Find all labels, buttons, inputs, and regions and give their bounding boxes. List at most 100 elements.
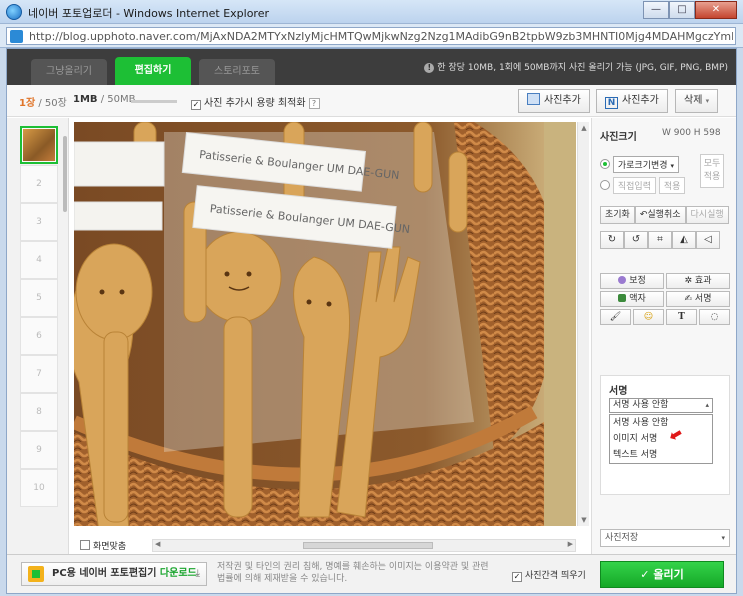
signature-option-text[interactable]: 텍스트 서명 [610,447,712,463]
thumbnail-scrollbar[interactable] [63,136,67,212]
scroll-up-icon[interactable]: ▲ [578,122,590,134]
gap-checkbox[interactable]: ✓ [512,572,522,582]
thumbnail-slot[interactable]: 9 [20,431,58,469]
thumbnail-list: 2 3 4 5 6 7 8 9 10 ⌄ [7,118,69,588]
signature-option-image[interactable]: 이미지 서명 ⬅ [610,423,712,447]
tab-edit[interactable]: 편집하기 [115,57,191,85]
cookie-basket-photo: Patisserie & Boulanger UM DAE-GUN Patiss… [74,122,576,526]
canvas-horizontal-scrollbar[interactable]: ◀ ▶ [152,539,576,552]
crop-icon[interactable]: ⌗ [648,231,672,249]
thumbnail-slot[interactable]: 4 [20,241,58,279]
correct-button[interactable]: 보정 [600,273,664,289]
thumbnail-slot[interactable]: 3 [20,203,58,241]
ie-logo-icon [6,4,22,20]
thumbnail-slot[interactable]: 8 [20,393,58,431]
direct-input-field[interactable]: 직접입력 [612,177,656,194]
thumbnail-slot[interactable]: 10 [20,469,58,507]
optimize-option[interactable]: ✓ 사진 추가시 용량 최적화? [191,94,320,110]
frame-button[interactable]: 액자 [600,291,664,307]
add-photo-ndrive-button[interactable]: N 사진추가 [596,89,668,113]
horizontal-scroll-thumb[interactable] [303,542,433,549]
rotate-left-icon[interactable]: ↺ [624,231,648,249]
speech-bubble-icon[interactable]: ◌ [699,309,730,325]
photo-canvas[interactable]: Patisserie & Boulanger UM DAE-GUN Patiss… [74,122,576,526]
download-editor-button[interactable]: PC용 네이버 포토편집기 다운로드 ⤓ [21,562,207,586]
photo-count: 1장 / 50장 [19,98,67,109]
chevron-down-icon: ▾ [670,162,674,170]
check-icon: ✓ [640,568,650,581]
signature-panel: 서명 서명 사용 안함 ▴ 서명 사용 안함 이미지 서명 ⬅ 텍스트 서명 [600,375,730,495]
signature-icon: ✍ [684,294,693,304]
scroll-down-icon[interactable]: ▼ [578,514,590,526]
redo-button[interactable]: 다시실행 [685,206,729,224]
thumbnail-image [23,129,55,161]
save-photo-select[interactable]: 사진저장 ▾ [600,529,730,547]
signature-select[interactable]: 서명 사용 안함 ▴ [609,398,713,413]
rotate-right-icon[interactable]: ↻ [600,231,624,249]
canvas-vertical-scrollbar[interactable]: ▲ ▼ [577,122,589,526]
flip-vertical-icon[interactable]: ◁ [696,231,720,249]
tab-simple-upload[interactable]: 그냥올리기 [31,59,107,85]
direct-input-radio[interactable] [600,180,610,190]
info-icon: ! [424,63,435,73]
history-buttons: 초기화 ↶실행취소 다시실행 [600,206,729,224]
effect-button[interactable]: ✲ 효과 [666,273,730,289]
transform-buttons: ↻ ↺ ⌗ ◭ ◁ [600,231,720,249]
flip-horizontal-icon[interactable]: ◭ [672,231,696,249]
maximize-icon[interactable]: □ [669,1,695,19]
canvas-bottom-bar: 화면맞춤 ◀ ▶ [74,539,576,553]
url-field[interactable]: http://blog.upphoto.naver.com/MjAxNDA2MT… [6,27,736,45]
address-bar: http://blog.upphoto.naver.com/MjAxNDA2MT… [0,24,743,48]
thumbnail-slot[interactable]: 7 [20,355,58,393]
direct-input-row: 직접입력 적용 [600,177,686,194]
add-photo-button[interactable]: 사진추가 [518,89,590,113]
ndrive-icon: N [605,97,618,109]
tab-bar: 그냥올리기 편집하기 스토리포토 ! 한 장당 10MB, 1회에 50MB까지 … [7,49,736,85]
apply-button[interactable]: 적용 [658,177,686,194]
thumbnail-slot[interactable]: 2 [20,165,58,203]
tab-story-photo[interactable]: 스토리포토 [199,59,275,85]
resize-option-row: 가로크기변경 ▾ [600,156,679,173]
window-titlebar: 네이버 포토업로더 - Windows Internet Explorer — … [0,0,743,24]
sticker-icon[interactable]: ☺ [633,309,664,325]
edit-side-panel: 사진크기 W 900 H 598 가로크기변경 ▾ 직접입력 적용 모두 적용 … [591,118,736,558]
upload-button[interactable]: ✓ 올리기 [600,561,724,588]
close-icon[interactable]: ✕ [695,1,737,19]
signature-option-none[interactable]: 서명 사용 안함 [610,415,712,431]
scroll-right-icon[interactable]: ▶ [568,540,573,548]
size-usage-bar [131,100,177,103]
delete-button[interactable]: 삭제 ▾ [675,89,719,113]
size-usage: 1MB / 50MB [73,94,136,105]
signature-dropdown: 서명 사용 안함 이미지 서명 ⬅ 텍스트 서명 [609,414,713,464]
fit-checkbox[interactable] [80,540,90,550]
thumbnail-1[interactable] [20,126,58,164]
photo-dimensions: W 900 H 598 [662,128,721,138]
brush-icon[interactable]: 🖌 [600,309,631,325]
resize-radio[interactable] [600,159,610,169]
undo-button[interactable]: ↶실행취소 [634,206,686,224]
photo-size-title: 사진크기 [600,132,637,143]
frame-icon [618,294,627,302]
text-icon[interactable]: T [666,309,697,325]
scroll-left-icon[interactable]: ◀ [155,540,160,548]
fit-to-screen-option[interactable]: 화면맞춤 [80,539,126,552]
photo-gap-option[interactable]: ✓ 사진간격 띄우기 [512,568,586,582]
thumbnail-slot[interactable]: 6 [20,317,58,355]
optimize-checkbox[interactable]: ✓ [191,100,201,110]
window-controls: — □ ✕ [643,1,737,19]
thumbnail-slot[interactable]: 5 [20,279,58,317]
footer-bar: PC용 네이버 포토편집기 다운로드 ⤓ 저작권 및 타인의 권리 침해, 명예… [7,554,736,593]
upload-notice: ! 한 장당 10MB, 1회에 50MB까지 사진 올리기 가능 (JPG, G… [424,60,728,73]
resize-select[interactable]: 가로크기변경 ▾ [612,156,679,173]
minimize-icon[interactable]: — [643,1,669,19]
chevron-down-icon: ▴ [705,401,709,409]
site-favicon-icon [10,30,23,43]
palette-icon [618,276,627,284]
reset-button[interactable]: 초기화 [600,206,635,224]
signature-button[interactable]: ✍ 서명 [666,291,730,307]
photo-uploader-app: 그냥올리기 편집하기 스토리포토 ! 한 장당 10MB, 1회에 50MB까지 … [6,48,737,594]
magic-wand-icon: ✲ [684,276,693,286]
apply-all-button[interactable]: 모두 적용 [700,154,724,188]
edit-toolbar: 1장 / 50장 1MB / 50MB ✓ 사진 추가시 용량 최적화? 사진추가… [7,85,736,117]
help-icon[interactable]: ? [308,98,320,109]
